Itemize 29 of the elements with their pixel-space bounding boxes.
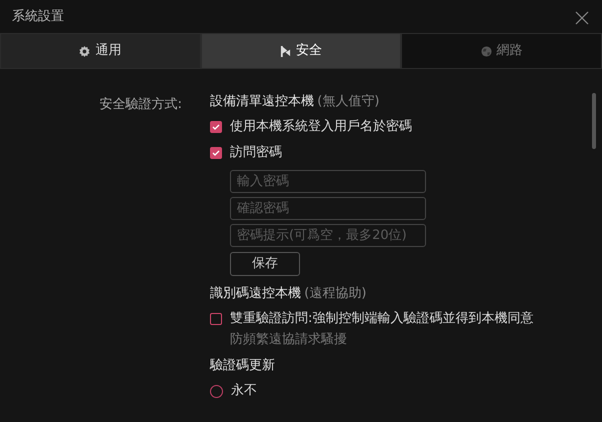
input-field[interactable]: 輸入密碼 [230, 170, 426, 193]
save-button[interactable]: 保存 [230, 252, 300, 276]
gear-icon [79, 46, 90, 56]
tab[interactable]: 安全 [200, 33, 402, 69]
input-field[interactable]: 密碼提示(可爲空，最多20位) [230, 224, 426, 247]
flag-icon [280, 46, 291, 56]
section-note: (遠程協助) [304, 286, 366, 301]
option-label: 雙重驗證訪問:強制控制端輸入驗證碼並得到本機同意 [230, 310, 534, 328]
checkbox[interactable] [210, 121, 222, 133]
option-label: 永不 [231, 382, 257, 400]
window-title: 系統設置 [12, 8, 64, 26]
checkbox[interactable] [210, 313, 222, 325]
check-icon [212, 123, 220, 131]
scrollbar[interactable] [592, 93, 596, 149]
option-hint: 防頻繁遠協請求騷擾 [230, 332, 348, 348]
section-title: 識別碼遠控本機 [210, 286, 301, 301]
close-button[interactable] [574, 8, 590, 24]
section-title: 設備清單遠控本機 [210, 94, 314, 109]
checkbox[interactable] [210, 147, 222, 159]
input-field[interactable]: 確認密碼 [230, 197, 426, 220]
field-label: 安全驗證方式: [98, 96, 182, 114]
globe-icon [480, 46, 492, 56]
tab[interactable]: 通用 [0, 33, 201, 69]
section-note: (無人值守) [317, 94, 380, 109]
option-label: 使用本機系統登入用戶名於密碼 [230, 118, 412, 136]
section-title: 驗證碼更新 [210, 358, 275, 373]
check-icon [212, 149, 220, 157]
radio-button[interactable] [210, 384, 223, 398]
option-label: 訪問密碼 [230, 144, 282, 162]
